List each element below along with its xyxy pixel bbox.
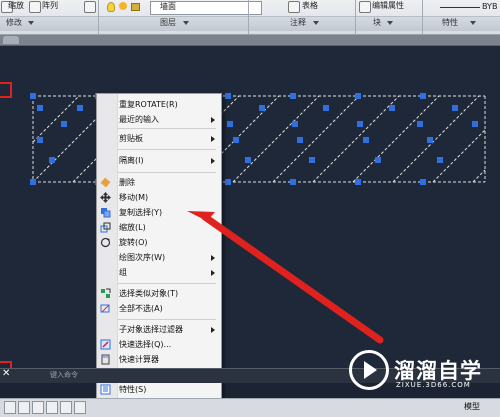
annotation-arrow — [187, 211, 384, 344]
command-prompt[interactable]: 键入命令 — [50, 370, 78, 380]
snap-toggle-icon[interactable] — [4, 401, 16, 414]
watermark-url: ZIXUE.3D66.COM — [396, 381, 471, 389]
otrack-toggle-icon[interactable] — [74, 401, 86, 414]
grid-toggle-icon[interactable] — [18, 401, 30, 414]
model-tab[interactable]: 模型 — [464, 401, 480, 412]
ortho-toggle-icon[interactable] — [32, 401, 44, 414]
arrow-shaft — [201, 213, 384, 344]
osnap-toggle-icon[interactable] — [60, 401, 72, 414]
close-icon[interactable]: ✕ — [2, 368, 10, 379]
polar-toggle-icon[interactable] — [46, 401, 58, 414]
watermark-play-icon — [364, 361, 377, 379]
